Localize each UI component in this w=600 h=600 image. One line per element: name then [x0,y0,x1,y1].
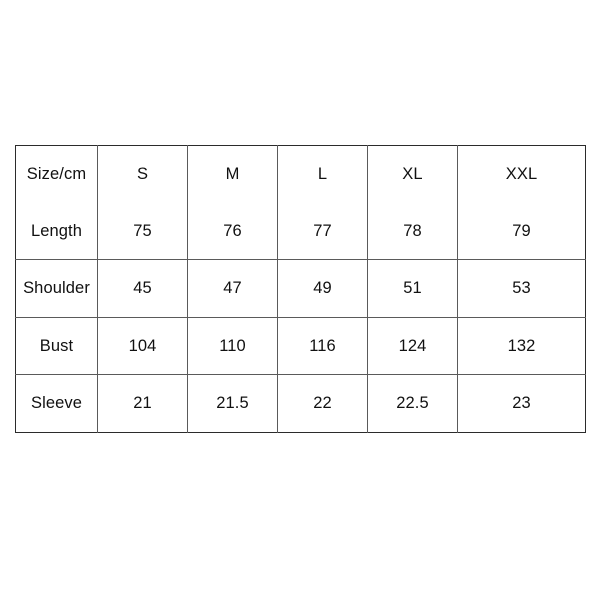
table-body: Length 75 76 77 78 79 Shoulder 45 47 49 … [15,202,586,432]
table-row: Bust 104 110 116 124 132 [15,317,586,375]
cell-length-xl: 78 [367,202,458,260]
row-label-sleeve: Sleeve [15,374,98,432]
cell-bust-l: 116 [277,317,368,375]
cell-shoulder-xl: 51 [367,259,458,318]
column-header-xl: XL [367,145,458,203]
size-chart-table: Size/cm S M L XL XXL Length 75 76 77 78 … [15,145,586,433]
cell-bust-xxl: 132 [457,317,586,375]
cell-length-l: 77 [277,202,368,260]
cell-sleeve-xl: 22.5 [367,374,458,432]
cell-bust-xl: 124 [367,317,458,375]
cell-bust-s: 104 [97,317,188,375]
column-header-s: S [97,145,188,203]
cell-length-s: 75 [97,202,188,260]
column-header-measurement: Size/cm [15,145,98,203]
cell-shoulder-s: 45 [97,259,188,318]
table-header-row: Size/cm S M L XL XXL [15,145,586,203]
table-header: Size/cm S M L XL XXL [15,145,586,203]
cell-length-m: 76 [187,202,278,260]
row-label-length: Length [15,202,98,260]
cell-shoulder-m: 47 [187,259,278,318]
column-header-xxl: XXL [505,165,538,183]
cell-sleeve-xxl: 23 [512,394,531,412]
cell-bust-m: 110 [187,317,278,375]
cell-sleeve-m: 21.5 [187,374,278,432]
table-row: Length 75 76 77 78 79 [15,202,586,260]
cell-shoulder-xxl: 53 [457,259,586,318]
size-chart-canvas: Size/cm S M L XL XXL Length 75 76 77 78 … [0,0,600,600]
cell-sleeve-s: 21 [97,374,188,432]
row-label-bust: Bust [15,317,98,375]
cell-shoulder-l: 49 [277,259,368,318]
column-header-m: M [187,145,278,203]
size-chart-table-container: Size/cm S M L XL XXL Length 75 76 77 78 … [15,145,586,433]
table-row: Sleeve 21 21.5 22 22.5 23 [15,374,586,432]
cell-length-xxl: 79 [457,202,586,260]
row-label-shoulder: Shoulder [15,259,98,318]
column-header-l: L [277,145,368,203]
cell-sleeve-l: 22 [277,374,368,432]
table-row: Shoulder 45 47 49 51 53 [15,259,586,318]
